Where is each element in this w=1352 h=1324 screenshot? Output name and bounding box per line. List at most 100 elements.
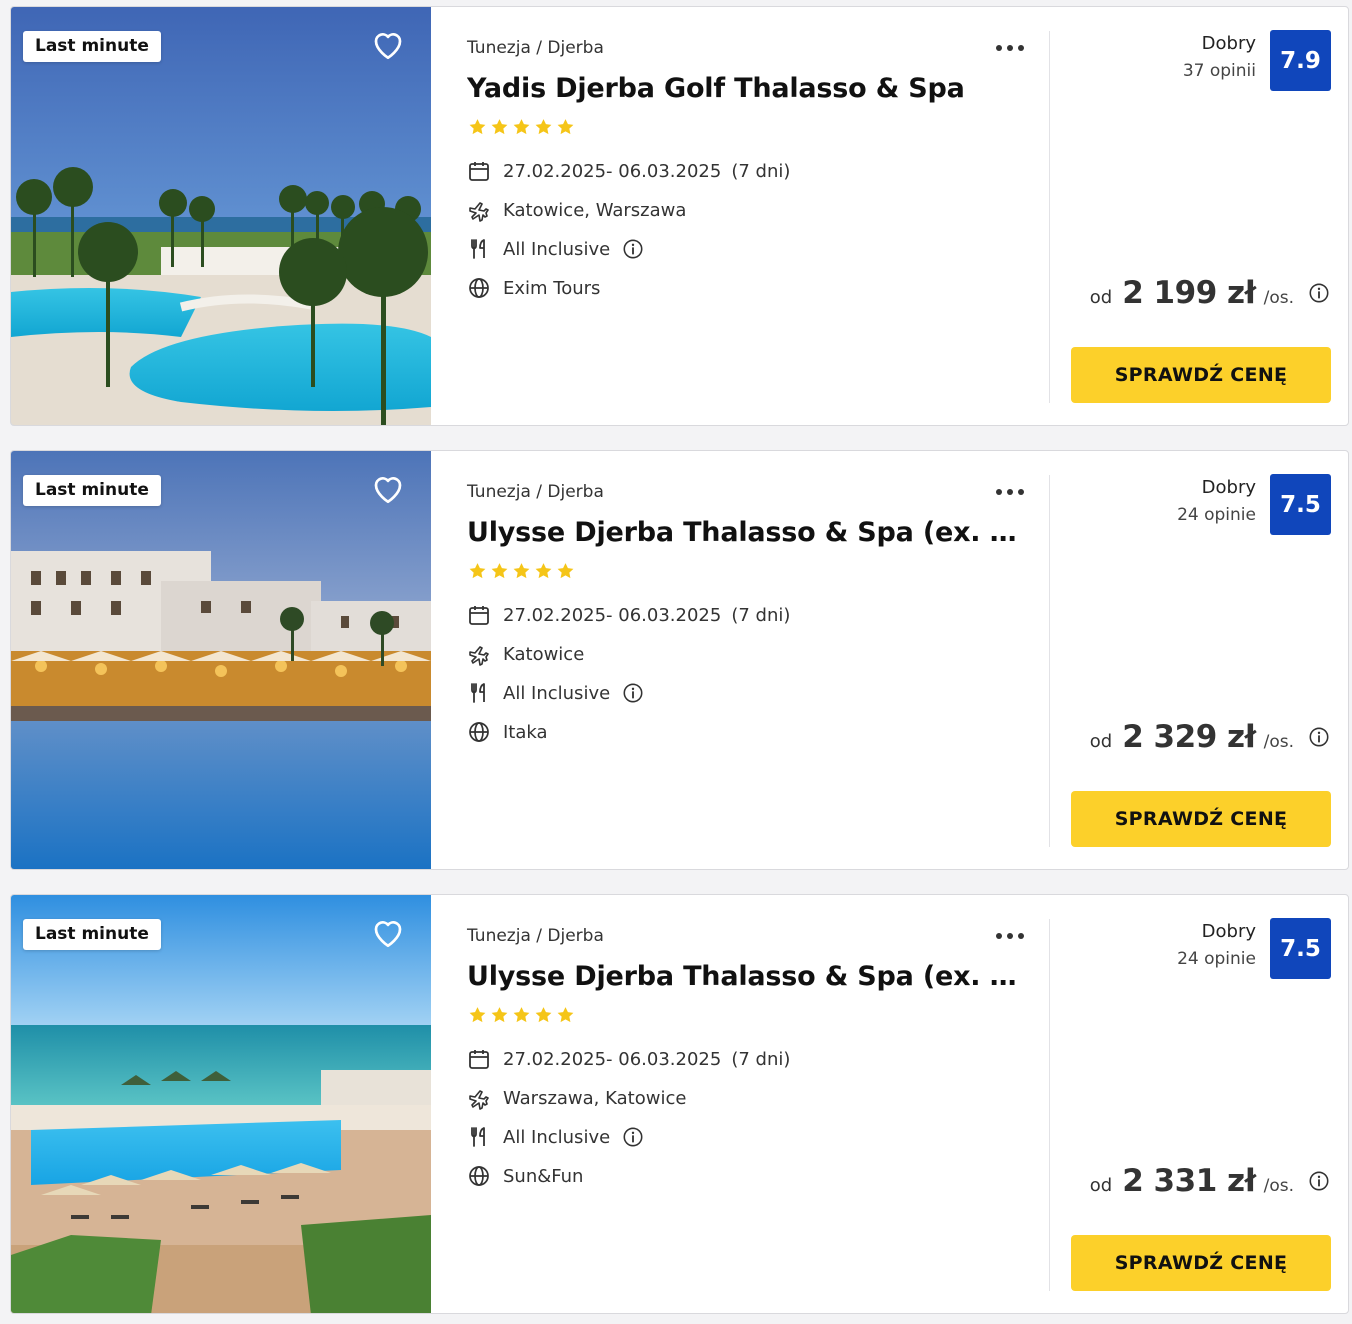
star-icon [511,1005,532,1025]
plane-icon [467,642,491,666]
star-icon [489,1005,510,1025]
hotel-photo[interactable]: Last minute [11,895,431,1313]
price-suffix: /os. [1263,1176,1294,1196]
heart-icon[interactable] [369,471,407,507]
hotel-title[interactable]: Ulysse Djerba Thalasso & Spa (ex. Sen… [467,517,1019,548]
rating-count[interactable]: 37 opinii [1183,61,1256,81]
star-rating [467,117,576,137]
price-amount: 2 329 zł [1122,719,1256,755]
star-rating [467,1005,576,1025]
calendar-icon [467,1047,491,1071]
more-dots-icon[interactable] [993,479,1027,505]
divider [1049,919,1050,1291]
info-icon[interactable] [1308,1170,1330,1192]
star-icon [533,117,554,137]
rating-label: Dobry [1201,477,1256,498]
price: od 2 329 zł /os. [1090,719,1330,755]
divider [1049,31,1050,403]
dates: 27.02.2025- 06.03.2025 [503,604,722,626]
score-badge: 7.5 [1270,918,1331,979]
departure-row: Katowice, Warszawa [467,197,686,223]
rating-count[interactable]: 24 opinie [1177,505,1256,525]
offer-info: Tunezja / Djerba Ulysse Djerba Thalasso … [467,895,1047,1313]
info-icon[interactable] [622,238,644,260]
hotel-photo[interactable]: Last minute [11,7,431,425]
departure: Katowice [503,643,585,665]
price-amount: 2 199 zł [1122,275,1256,311]
info-icon[interactable] [622,682,644,704]
location: Tunezja / Djerba [467,38,604,58]
departure-row: Katowice [467,641,584,667]
price: od 2 199 zł /os. [1090,275,1330,311]
price-suffix: /os. [1263,732,1294,752]
score-badge: 7.9 [1270,30,1331,91]
last-minute-badge: Last minute [23,475,161,506]
star-icon [467,561,488,581]
info-icon[interactable] [622,1126,644,1148]
globe-icon [467,276,491,300]
check-price-button[interactable]: SPRAWDŹ CENĘ [1071,347,1331,403]
dates-row: 27.02.2025- 06.03.2025 (7 dni) [467,158,790,184]
rating-label: Dobry [1201,33,1256,54]
offer-info: Tunezja / Djerba Yadis Djerba Golf Thala… [467,7,1047,425]
operator: Sun&Fun [503,1165,584,1187]
duration: (7 dni) [731,604,791,626]
rating-count[interactable]: 24 opinie [1177,949,1256,969]
hotel-title[interactable]: Ulysse Djerba Thalasso & Spa (ex. Sen… [467,961,1019,992]
operator: Exim Tours [503,277,601,299]
operator-row: Itaka [467,719,548,745]
duration: (7 dni) [731,1048,791,1070]
departure: Katowice, Warszawa [503,199,687,221]
divider [1049,475,1050,847]
check-price-button[interactable]: SPRAWDŹ CENĘ [1071,1235,1331,1291]
operator-row: Exim Tours [467,275,600,301]
star-icon [489,561,510,581]
departure: Warszawa, Katowice [503,1087,687,1109]
price-amount: 2 331 zł [1122,1163,1256,1199]
duration: (7 dni) [731,160,791,182]
star-icon [467,117,488,137]
more-dots-icon[interactable] [993,923,1027,949]
star-icon [555,1005,576,1025]
cutlery-icon [467,681,491,705]
location: Tunezja / Djerba [467,482,604,502]
more-dots-icon[interactable] [993,35,1027,61]
plane-icon [467,1086,491,1110]
offer-card[interactable]: Last minute Tunezja / Djerba Ulysse Djer… [10,450,1349,870]
offer-card[interactable]: Last minute Tunezja / Djerba Yadis Djerb… [10,6,1349,426]
dates: 27.02.2025- 06.03.2025 [503,160,722,182]
dates-row: 27.02.2025- 06.03.2025 (7 dni) [467,602,790,628]
heart-icon[interactable] [369,27,407,63]
globe-icon [467,1164,491,1188]
board: All Inclusive [503,682,611,704]
departure-row: Warszawa, Katowice [467,1085,686,1111]
hotel-title[interactable]: Yadis Djerba Golf Thalasso & Spa [467,73,1019,104]
star-icon [533,561,554,581]
hotel-photo[interactable]: Last minute [11,451,431,869]
star-icon [489,117,510,137]
rating-label: Dobry [1201,921,1256,942]
offer-info: Tunezja / Djerba Ulysse Djerba Thalasso … [467,451,1047,869]
board-row: All Inclusive [467,236,644,262]
info-icon[interactable] [1308,726,1330,748]
calendar-icon [467,603,491,627]
star-icon [511,561,532,581]
heart-icon[interactable] [369,915,407,951]
offer-card[interactable]: Last minute Tunezja / Djerba Ulysse Djer… [10,894,1349,1314]
cutlery-icon [467,1125,491,1149]
price-prefix: od [1089,731,1113,752]
board: All Inclusive [503,1126,611,1148]
globe-icon [467,720,491,744]
dates: 27.02.2025- 06.03.2025 [503,1048,722,1070]
star-icon [555,117,576,137]
cutlery-icon [467,237,491,261]
star-icon [533,1005,554,1025]
check-price-button[interactable]: SPRAWDŹ CENĘ [1071,791,1331,847]
star-icon [511,117,532,137]
operator: Itaka [503,721,548,743]
operator-row: Sun&Fun [467,1163,583,1189]
star-icon [555,561,576,581]
star-icon [467,1005,488,1025]
info-icon[interactable] [1308,282,1330,304]
score-badge: 7.5 [1270,474,1331,535]
